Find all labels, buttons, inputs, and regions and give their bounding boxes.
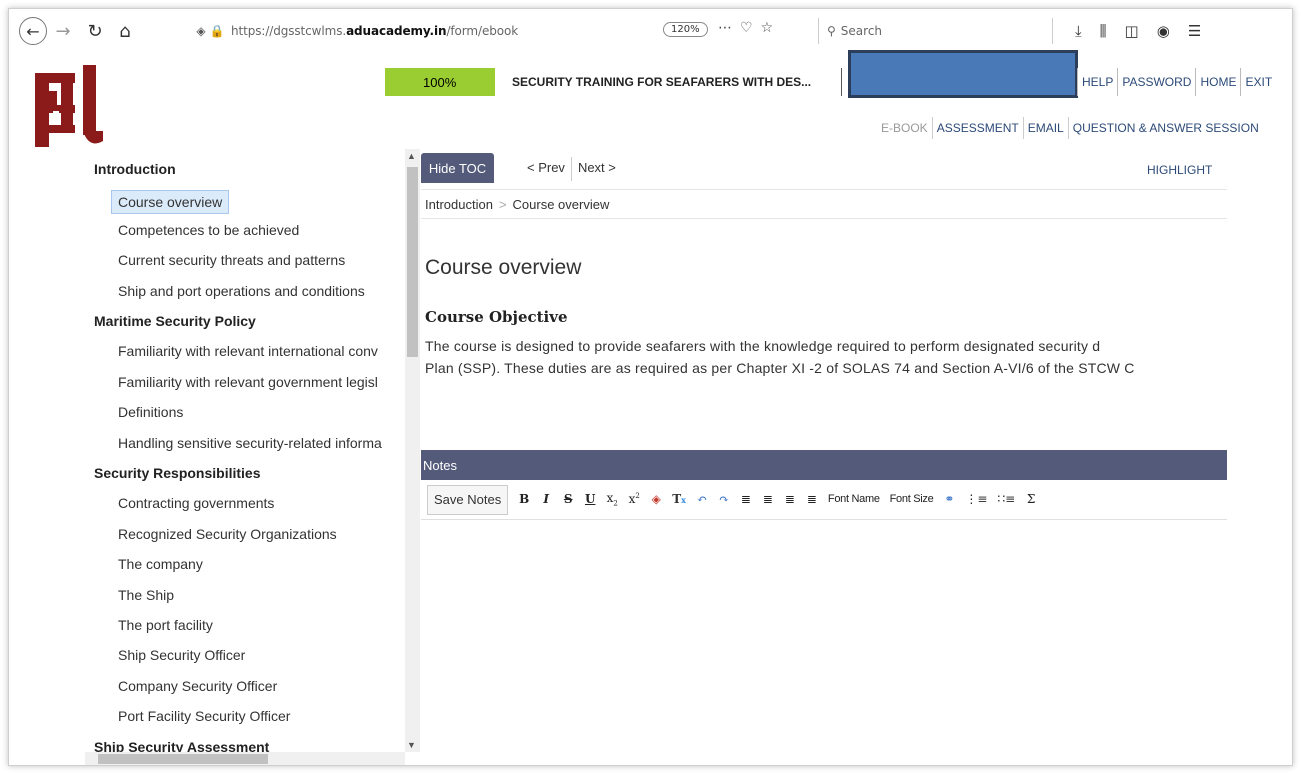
url-bar[interactable]: ◈ 🔒 https://dgsstcwlms.aduacademy.in/for… <box>193 18 810 44</box>
table-of-contents: Introduction Course overview Competences t… <box>85 149 421 761</box>
align-left-icon[interactable]: ≣ <box>740 492 752 506</box>
top-nav: HELP PASSWORD HOME EXIT <box>1077 68 1276 96</box>
browser-window: ← → ↻ ⌂ ◈ 🔒 https://dgsstcwlms.aduacadem… <box>8 8 1293 766</box>
account-icon[interactable]: ◉ <box>1157 22 1170 40</box>
body-line: Plan (SSP). These duties are as required… <box>425 360 1135 376</box>
hide-toc-button[interactable]: Hide TOC <box>421 153 494 183</box>
align-right-icon[interactable]: ≣ <box>784 492 796 506</box>
forward-arrow-icon[interactable]: → <box>51 19 75 43</box>
breadcrumb-item: Course overview <box>512 196 610 212</box>
align-center-icon[interactable]: ≣ <box>762 492 774 506</box>
scroll-down-icon[interactable]: ▼ <box>407 740 416 750</box>
save-notes-button[interactable]: Save Notes <box>427 484 509 515</box>
justify-icon[interactable]: ≣ <box>806 492 818 506</box>
academy-logo <box>35 65 103 147</box>
toc-item[interactable]: Contracting governments <box>118 495 274 511</box>
toc-item[interactable]: Ship Security Officer <box>118 647 245 663</box>
toc-section-heading[interactable]: Maritime Security Policy <box>94 313 256 329</box>
lock-icon[interactable]: 🔒 <box>209 24 225 38</box>
sub-nav: E-BOOK ASSESSMENT EMAIL QUESTION & ANSWE… <box>877 117 1263 139</box>
browser-toolbar: ← → ↻ ⌂ ◈ 🔒 https://dgsstcwlms.aduacadem… <box>9 9 1292 53</box>
highlight-button[interactable]: HIGHLIGHT <box>1147 163 1212 177</box>
section-heading: Course Objective <box>425 308 568 326</box>
toc-item[interactable]: The Ship <box>118 587 174 603</box>
search-icon: ⚲ <box>827 24 836 38</box>
prev-button[interactable]: < Prev <box>521 157 571 181</box>
toc-item[interactable]: Handling sensitive security-related info… <box>118 435 382 451</box>
page-actions-icon[interactable]: ⋯ <box>718 20 732 36</box>
toc-item[interactable]: The company <box>118 556 203 572</box>
library-icon[interactable]: ⫼ <box>1100 22 1107 40</box>
home-icon[interactable]: ⌂ <box>113 19 137 43</box>
formula-icon[interactable]: Σ <box>1025 492 1037 506</box>
sidebar-icon[interactable]: ◫ <box>1125 22 1139 40</box>
breadcrumb-item[interactable]: Introduction <box>425 197 493 212</box>
horizontal-scrollbar-thumb[interactable] <box>98 754 268 764</box>
ebook-link[interactable]: E-BOOK <box>877 117 932 139</box>
toc-item[interactable]: Current security threats and patterns <box>118 252 345 268</box>
font-size-dropdown[interactable]: Font Size <box>890 493 934 505</box>
breadcrumb-separator-icon: > <box>498 196 507 212</box>
pocket-icon[interactable]: ♡ <box>740 20 753 36</box>
email-link[interactable]: EMAIL <box>1022 117 1068 139</box>
download-icon[interactable]: ⤓ <box>1075 22 1082 40</box>
toc-section-heading[interactable]: Security Responsibilities <box>94 465 261 481</box>
url-text[interactable]: https://dgsstcwlms.aduacademy.in/form/eb… <box>231 24 518 38</box>
next-button[interactable]: Next > <box>570 157 622 181</box>
home-link[interactable]: HOME <box>1195 68 1240 96</box>
scrollbar-thumb[interactable] <box>407 167 418 357</box>
toc-item[interactable]: Familiarity with relevant government leg… <box>118 374 378 390</box>
body-line: The course is designed to provide seafar… <box>425 338 1101 354</box>
course-title: SECURITY TRAINING FOR SEAFARERS WITH DES… <box>512 68 842 96</box>
password-link[interactable]: PASSWORD <box>1117 68 1195 96</box>
shield-icon[interactable]: ◈ <box>193 24 209 38</box>
strikethrough-icon[interactable]: S <box>562 492 574 506</box>
redacted-area <box>848 50 1078 98</box>
toc-section-heading[interactable]: Introduction <box>94 161 176 177</box>
undo-icon[interactable]: ↶ <box>696 492 708 506</box>
toc-horizontal-scrollbar[interactable] <box>85 752 405 765</box>
notes-editor[interactable] <box>421 521 1227 761</box>
text-color-icon[interactable]: Tx <box>672 492 686 506</box>
body-text: The course is designed to provide seafar… <box>425 335 1227 385</box>
ordered-list-icon[interactable]: ⋮≡ <box>965 492 987 506</box>
toc-item[interactable]: Port Facility Security Officer <box>118 708 290 724</box>
scroll-up-icon[interactable]: ▲ <box>407 151 416 161</box>
zoom-level-badge[interactable]: 120% <box>663 22 708 37</box>
toc-item[interactable]: Familiarity with relevant international … <box>118 343 378 359</box>
menu-icon[interactable]: ☰ <box>1188 22 1201 40</box>
unordered-list-icon[interactable]: ∷≡ <box>997 492 1015 506</box>
exit-link[interactable]: EXIT <box>1240 68 1276 96</box>
reload-icon[interactable]: ↻ <box>83 19 107 43</box>
toc-item[interactable]: Ship and port operations and conditions <box>118 283 365 299</box>
insert-link-icon[interactable]: ⚭ <box>943 492 955 506</box>
subscript-icon[interactable]: x2 <box>606 491 618 507</box>
toc-item[interactable]: Course overview <box>111 190 230 214</box>
breadcrumb: Introduction > Course overview <box>421 189 1227 219</box>
progress-indicator: 100% <box>385 68 495 96</box>
italic-icon[interactable]: I <box>540 492 552 506</box>
redo-icon[interactable]: ↷ <box>718 492 730 506</box>
help-link[interactable]: HELP <box>1077 68 1117 96</box>
toc-item[interactable]: Competences to be achieved <box>118 222 299 238</box>
toc-item[interactable]: Recognized Security Organizations <box>118 526 337 542</box>
toc-item[interactable]: Company Security Officer <box>118 678 277 694</box>
bookmark-star-icon[interactable]: ☆ <box>761 20 774 36</box>
toc-item[interactable]: The port facility <box>118 617 213 633</box>
search-input[interactable]: ⚲ Search <box>818 18 1053 44</box>
assessment-link[interactable]: ASSESSMENT <box>931 117 1023 139</box>
font-name-dropdown[interactable]: Font Name <box>828 493 880 505</box>
bold-icon[interactable]: B <box>518 492 530 506</box>
notes-header: Notes <box>421 450 1227 480</box>
pager: < Prev Next > <box>521 157 622 181</box>
toc-item[interactable]: Definitions <box>118 404 183 420</box>
notes-toolbar: Save Notes B I S U x2 x2 ◈ Tx ↶ ↷ ≣ ≣ ≣ … <box>421 480 1227 520</box>
underline-icon[interactable]: U <box>584 492 596 506</box>
page-title: Course overview <box>425 256 582 279</box>
superscript-icon[interactable]: x2 <box>628 492 640 506</box>
toc-vertical-scrollbar[interactable]: ▲ ▼ <box>405 149 420 752</box>
background-color-icon[interactable]: ◈ <box>650 492 662 506</box>
back-arrow-icon[interactable]: ← <box>19 17 47 45</box>
qa-session-link[interactable]: QUESTION & ANSWER SESSION <box>1067 117 1263 139</box>
